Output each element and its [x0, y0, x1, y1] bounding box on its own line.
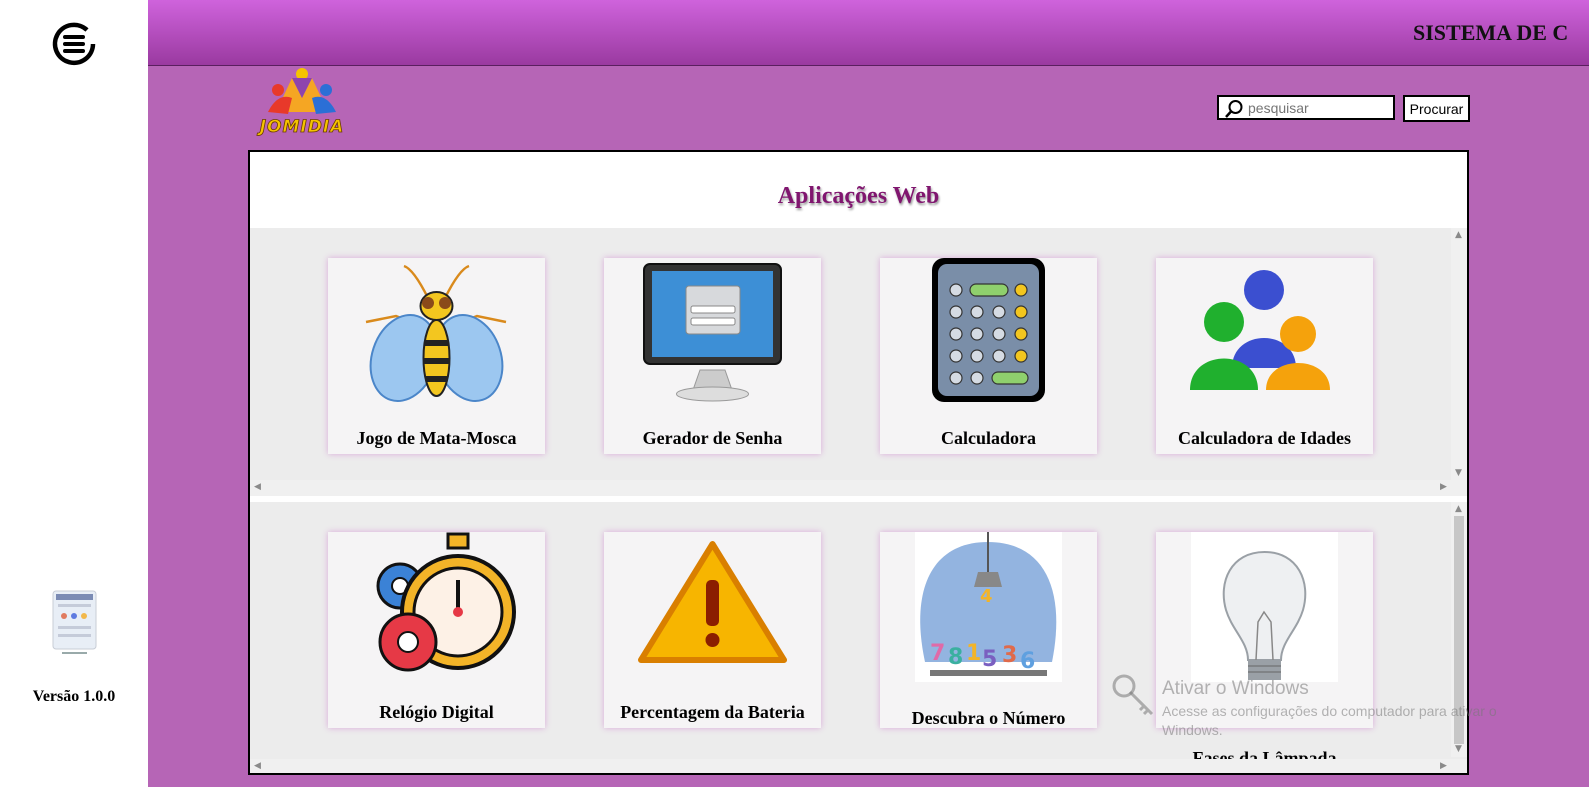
- row2-horizontal-scrollbar[interactable]: ◀ ▶: [250, 759, 1467, 773]
- search-box: [1217, 95, 1395, 120]
- watermark-title: Ativar o Windows: [1162, 678, 1309, 699]
- app-card-calculadora[interactable]: Calculadora: [880, 258, 1097, 454]
- warning-icon: [638, 541, 787, 663]
- apps-row-1: Jogo de Mata-Mosca Gerador de Senha Calc…: [250, 228, 1467, 496]
- svg-text:1: 1: [966, 641, 981, 666]
- jomidia-logo[interactable]: JOMIDIA: [248, 68, 356, 136]
- app-card-mata-mosca[interactable]: Jogo de Mata-Mosca: [328, 258, 545, 454]
- app-card-percentagem-bateria[interactable]: Percentagem da Bateria: [604, 532, 821, 728]
- key-icon: [1112, 674, 1154, 716]
- calculator-icon: [932, 258, 1045, 402]
- stopwatch-gears-icon: [376, 532, 516, 672]
- svg-text:JOMIDIA: JOMIDIA: [257, 117, 345, 136]
- app-thumbnail-icon[interactable]: [52, 590, 97, 658]
- app-card-relogio-digital[interactable]: Relógio Digital: [328, 532, 545, 728]
- app-card-calculadora-idades[interactable]: Calculadora de Idades: [1156, 258, 1373, 454]
- page-title: Aplicações Web: [777, 183, 940, 209]
- login-monitor-icon: [643, 263, 782, 402]
- svg-text:5: 5: [982, 647, 997, 672]
- app-label: Relógio Digital: [379, 702, 494, 722]
- row1-horizontal-scrollbar[interactable]: ◀ ▶: [250, 480, 1467, 496]
- app-label: Jogo de Mata-Mosca: [356, 428, 517, 448]
- version-label: Versão 1.0.0: [32, 688, 116, 705]
- system-title: SISTEMA DE C: [1413, 20, 1569, 45]
- hamburger-menu-icon[interactable]: [49, 19, 99, 69]
- search-icon: [1225, 100, 1243, 118]
- row1-vertical-scrollbar[interactable]: ▲ ▼: [1451, 228, 1467, 480]
- app-label: Calculadora: [940, 428, 1036, 448]
- bee-icon: [365, 264, 507, 402]
- app-label: Percentagem da Bateria: [620, 702, 805, 722]
- svg-text:7: 7: [930, 641, 945, 666]
- top-header-bar: SISTEMA DE C: [148, 0, 1589, 66]
- sidebar: Versão 1.0.0: [0, 0, 148, 787]
- search-input[interactable]: [1248, 99, 1388, 117]
- app-card-gerador-senha[interactable]: Gerador de Senha: [604, 258, 821, 454]
- svg-text:3: 3: [1002, 643, 1017, 668]
- app-label: Gerador de Senha: [642, 428, 783, 448]
- svg-text:4: 4: [980, 586, 993, 607]
- app-label: Descubra o Número: [911, 708, 1066, 728]
- svg-text:8: 8: [948, 645, 963, 670]
- lightbulb-icon: [1191, 532, 1338, 682]
- people-icon: [1190, 270, 1330, 390]
- search-button[interactable]: Procurar: [1403, 95, 1470, 122]
- claw-machine-icon: 4 7 8 1 5 3 6: [915, 532, 1062, 682]
- watermark-subtitle: Acesse as configurações do computador pa…: [1162, 703, 1497, 738]
- app-label: Calculadora de Idades: [1177, 428, 1352, 448]
- app-card-descubra-numero[interactable]: 4 7 8 1 5 3 6 Descubra o Número: [880, 532, 1097, 728]
